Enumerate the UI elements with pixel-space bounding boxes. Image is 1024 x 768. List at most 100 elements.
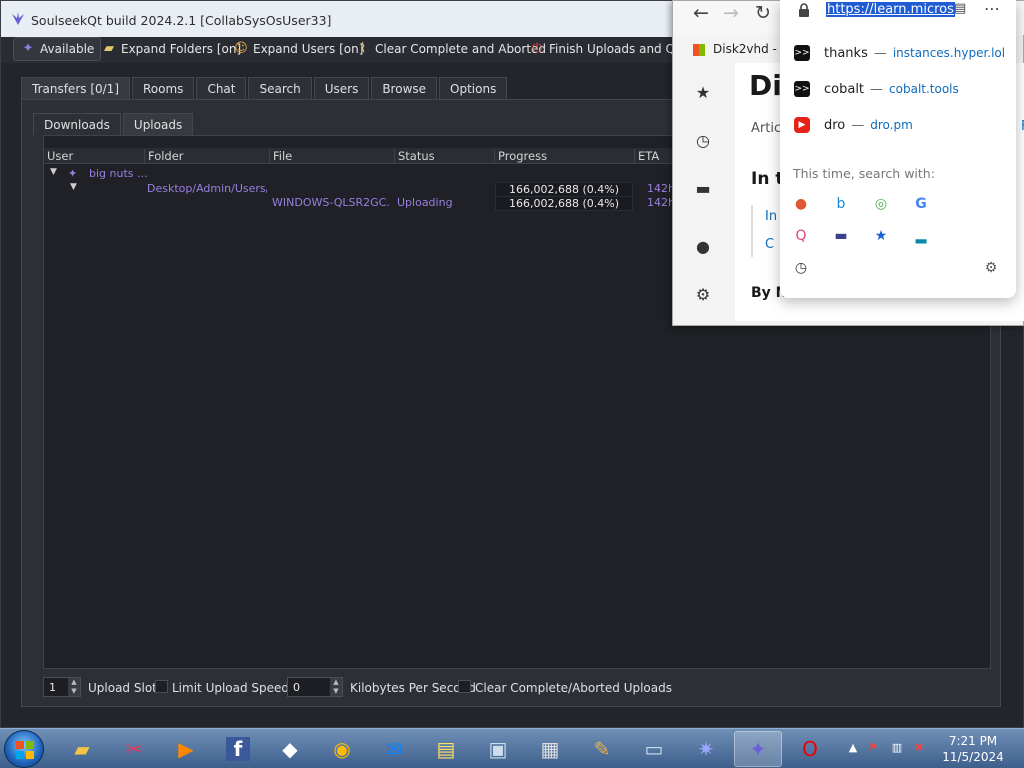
expand-arrow-icon[interactable]: ▼	[50, 167, 57, 177]
upload-slots-label: Upload Slots	[88, 681, 164, 695]
broom-icon: ⌇	[359, 41, 367, 56]
eta-value: 142h	[647, 196, 675, 209]
status-available-button[interactable]: ✦ Available	[13, 37, 102, 61]
snipping-app-icon[interactable]: ✂	[110, 731, 158, 767]
col-file[interactable]: File	[269, 149, 292, 163]
clear-complete-button[interactable]: ⌇ Clear Complete and Aborted	[351, 37, 550, 61]
history-icon[interactable]: ◷	[792, 259, 810, 277]
paint-app-icon[interactable]: ✎	[578, 731, 626, 767]
network-icon[interactable]: ▥	[890, 741, 904, 755]
bing-icon[interactable]: b	[832, 195, 850, 213]
tab-users[interactable]: Users	[313, 77, 370, 99]
clear-uploads-checkbox[interactable]	[458, 680, 471, 693]
chrome-icon[interactable]: ◎	[872, 195, 890, 213]
volume-muted-icon[interactable]: ✖	[912, 741, 926, 755]
tab-chat[interactable]: Chat	[196, 77, 247, 99]
action-center-icon[interactable]: ⚑	[866, 741, 880, 755]
spinner-arrows-icon[interactable]: ▲ ▼	[68, 678, 80, 696]
expand-users-label: Expand Users [on]	[253, 42, 364, 56]
bookmark-star-icon[interactable]: ★	[872, 227, 890, 245]
star-icon[interactable]: ★	[687, 83, 719, 102]
soulseek-app-icon[interactable]: ✦	[734, 731, 782, 767]
folder-path: Desktop/Admin/Users/C:	[147, 182, 267, 195]
thunderbird-app-icon[interactable]: ✉	[370, 731, 418, 767]
tab-transfers[interactable]: Transfers [0/1]	[21, 77, 130, 100]
start-button[interactable]	[4, 730, 44, 768]
facebook-app-icon[interactable]: f	[214, 731, 262, 767]
progress-value: 166,002,688 (0.4%)	[495, 196, 633, 211]
system-clock[interactable]: 7:21 PM 11/5/2024	[936, 733, 1010, 765]
media-player-app-icon[interactable]: ▶	[162, 731, 210, 767]
clear-complete-label: Clear Complete and Aborted	[375, 42, 547, 56]
col-progress[interactable]: Progress	[494, 149, 547, 163]
opera-app-icon[interactable]: O	[786, 731, 834, 767]
windows-logo-icon	[16, 741, 34, 759]
folder-icon: ▰	[104, 41, 114, 56]
expand-users-button[interactable]: ☺ Expand Users [on]	[229, 37, 367, 61]
col-folder[interactable]: Folder	[144, 149, 184, 163]
account-icon[interactable]: ●	[687, 237, 719, 256]
expand-arrow-icon[interactable]: ▼	[70, 182, 77, 192]
expand-folders-button[interactable]: ▰ Expand Folders [on]	[97, 37, 245, 61]
reader-view-icon[interactable]: ▤	[954, 1, 966, 16]
tab-rooms[interactable]: Rooms	[132, 77, 195, 99]
computer-app-icon[interactable]: ▣	[474, 731, 522, 767]
toc-link[interactable]: C	[765, 237, 774, 252]
address-text[interactable]: https://learn.micros	[826, 2, 955, 17]
terminal-icon: >>	[794, 81, 810, 97]
hat-icon[interactable]: ▬	[687, 179, 719, 198]
favorite-disk2vhd[interactable]: Disk2vhd - S	[713, 42, 788, 56]
suggestion-name: cobalt	[824, 81, 865, 97]
suggestion-url: cobalt.tools	[889, 82, 959, 96]
speed-spinner[interactable]: 0 ▲ ▼	[287, 677, 343, 697]
gear-app-icon[interactable]: ✷	[682, 731, 730, 767]
upload-slots-spinner[interactable]: 1 ▲ ▼	[43, 677, 81, 697]
qwant-icon[interactable]: Q	[792, 227, 810, 245]
address-bar[interactable]: https://learn.micros ▤ ⋯	[780, 0, 1016, 22]
expand-folders-label: Expand Folders [on]	[121, 42, 242, 56]
calculator-app-icon[interactable]: ▦	[526, 731, 574, 767]
suggestion-item[interactable]: >> thanks — instances.hyper.lol	[794, 43, 1009, 63]
clock-time: 7:21 PM	[948, 734, 998, 748]
suggestion-item[interactable]: >> cobalt — cobalt.tools	[794, 79, 1009, 99]
tab-options[interactable]: Options	[439, 77, 508, 99]
upload-settings-bar: 1 ▲ ▼ Upload Slots Limit Upload Speed to …	[43, 675, 991, 699]
show-hidden-icons-icon[interactable]: ▲	[846, 741, 860, 755]
refresh-icon[interactable]: ↻	[751, 2, 775, 24]
speed-unit-label: Kilobytes Per Second	[350, 681, 476, 695]
toc-link[interactable]: In	[765, 209, 777, 224]
explorer-app-icon[interactable]: ▰	[58, 731, 106, 767]
more-menu-icon[interactable]: ⋯	[984, 0, 1000, 18]
search-with-label: This time, search with:	[793, 166, 935, 181]
main-tabs: Transfers [0/1] Rooms Chat Search Users …	[21, 77, 509, 100]
col-user[interactable]: User	[44, 149, 73, 163]
tab-browse[interactable]: Browse	[371, 77, 438, 99]
col-status[interactable]: Status	[394, 149, 435, 163]
back-icon[interactable]: ←	[689, 2, 713, 24]
limit-speed-checkbox[interactable]	[155, 680, 168, 693]
settings-gear-icon[interactable]: ⚙	[982, 259, 1000, 277]
history-icon[interactable]: ◷	[687, 131, 719, 150]
speed-value: 0	[293, 681, 300, 694]
duckduckgo-icon[interactable]: ●	[792, 195, 810, 213]
settings-gear-icon[interactable]: ⚙	[687, 285, 719, 304]
tab-downloads[interactable]: Downloads	[33, 113, 121, 135]
tab-icon[interactable]: ▂	[912, 227, 930, 245]
suggestion-item[interactable]: ▶ dro — dro.pm	[794, 115, 1009, 135]
forward-icon[interactable]: →	[719, 2, 743, 24]
ecosia-icon[interactable]: ▬	[832, 227, 850, 245]
ninja-app-icon[interactable]: ◆	[266, 731, 314, 767]
chrome-app-icon[interactable]: ◉	[318, 731, 366, 767]
suggestion-url: dro.pm	[870, 118, 913, 132]
notepad-app-icon[interactable]: ▤	[422, 731, 470, 767]
remote-desktop-app-icon[interactable]: ▭	[630, 731, 678, 767]
users-icon: ☺	[234, 41, 248, 56]
tab-uploads[interactable]: Uploads	[122, 113, 194, 136]
terminal-icon: >>	[794, 45, 810, 61]
google-icon[interactable]: G	[912, 195, 930, 213]
spinner-arrows-icon[interactable]: ▲ ▼	[330, 678, 342, 696]
tab-search[interactable]: Search	[248, 77, 312, 99]
suggestion-separator: —	[851, 117, 865, 133]
suggestion-name: dro	[824, 117, 846, 133]
col-eta[interactable]: ETA	[634, 149, 659, 163]
